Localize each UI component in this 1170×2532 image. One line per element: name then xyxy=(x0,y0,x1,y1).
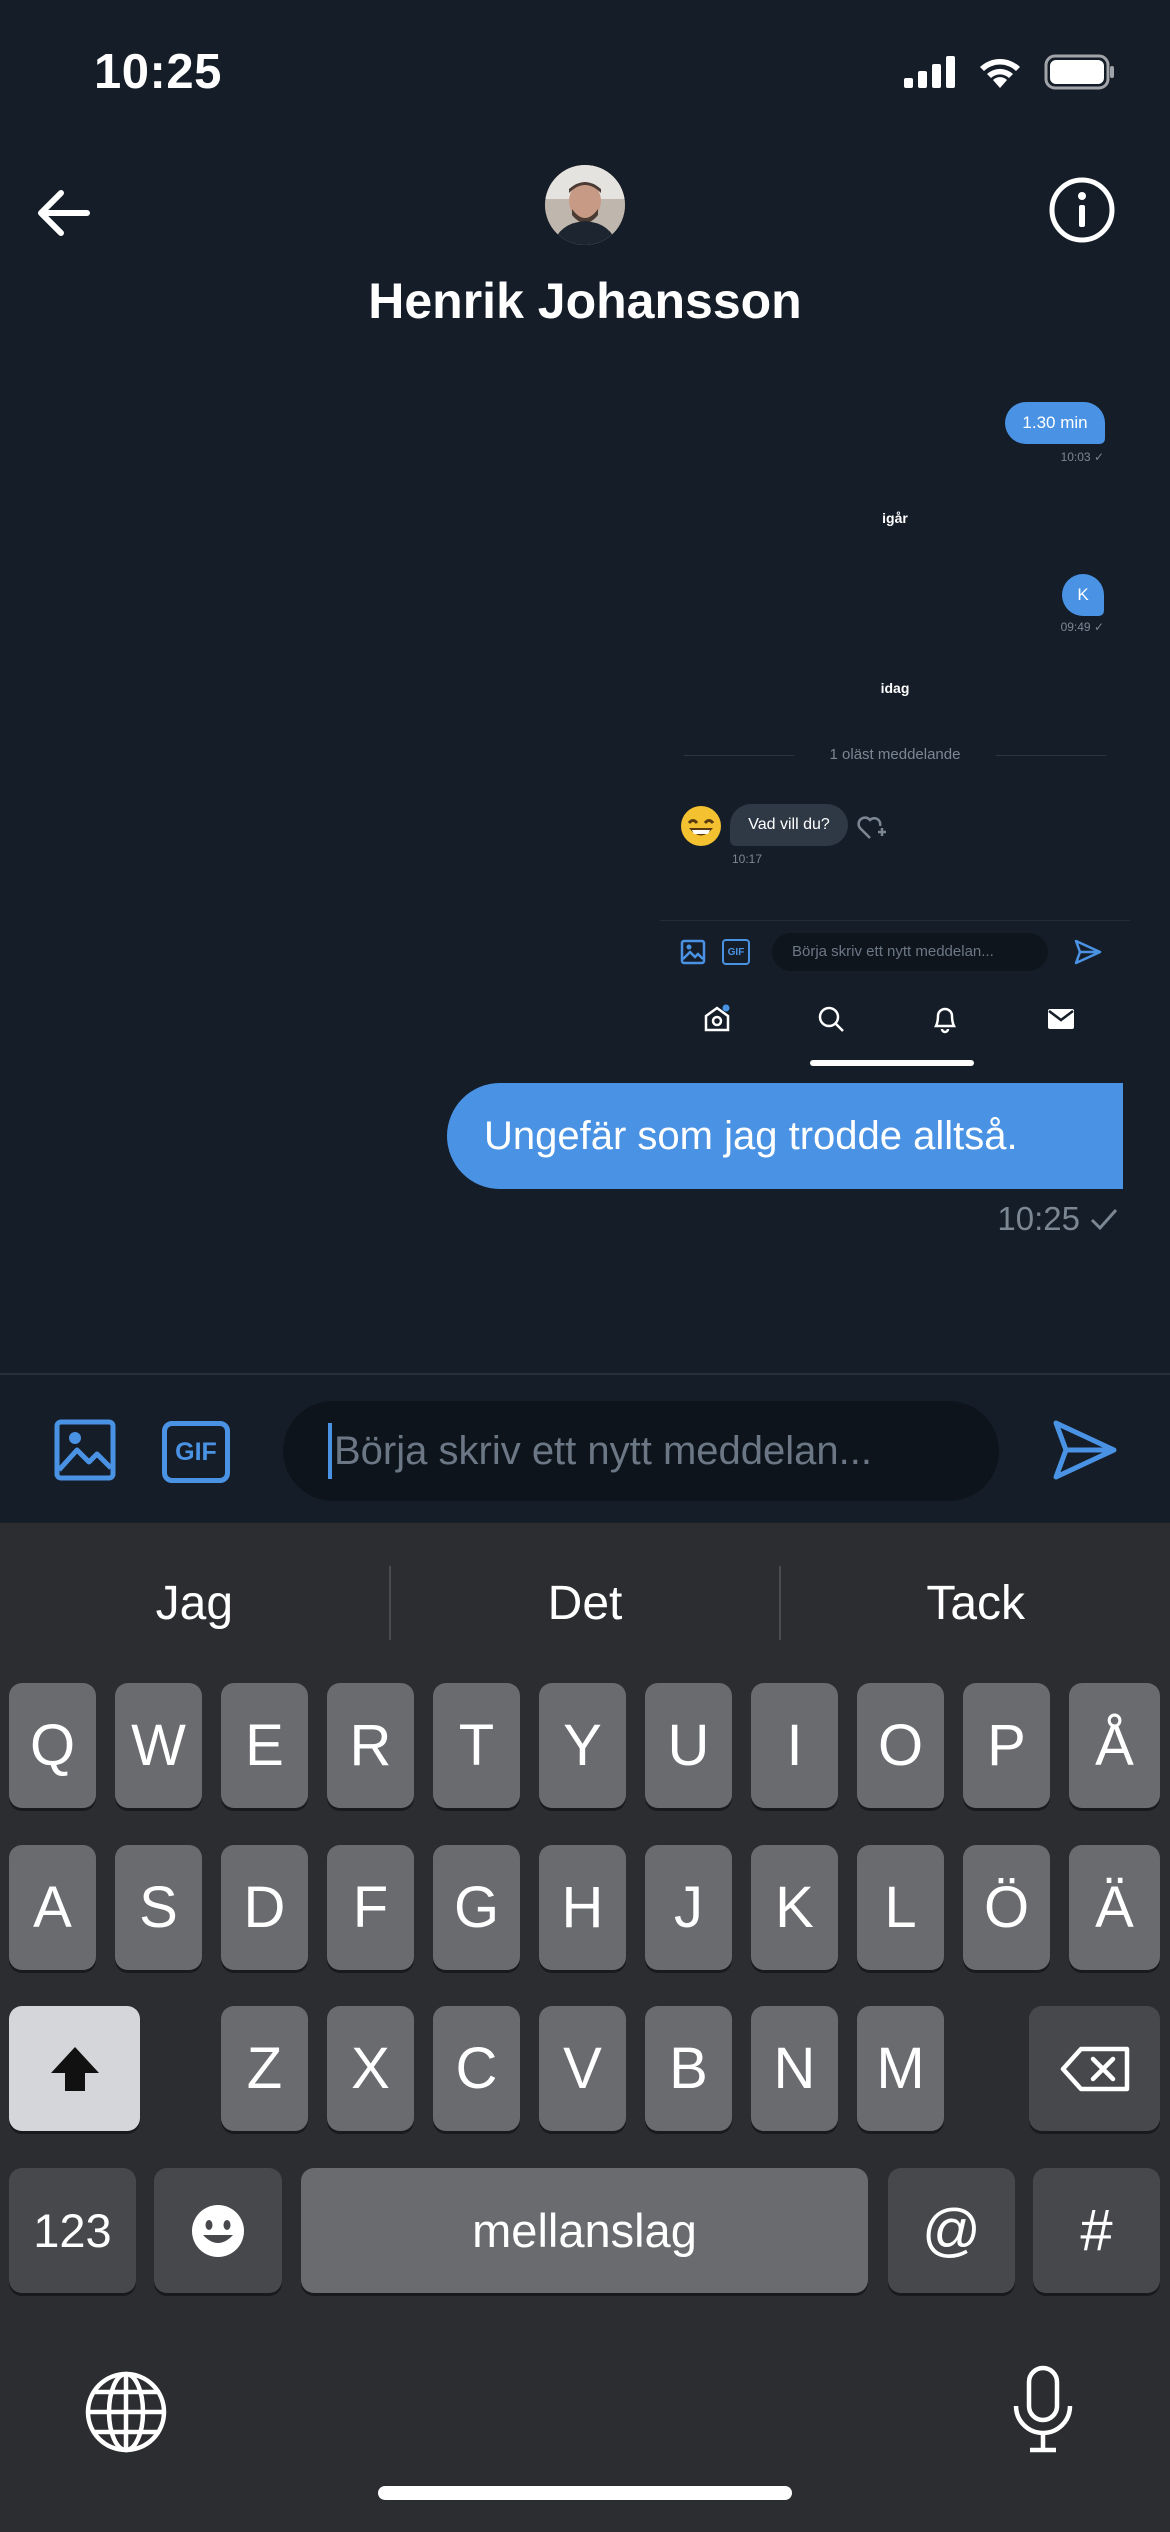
embedded-message-time: 10:03 ✓ xyxy=(1060,450,1104,464)
embedded-composer: GIF Börja skriv ett nytt meddelan... xyxy=(660,920,1130,984)
outgoing-message-bubble[interactable]: Ungefär som jag trodde alltså. xyxy=(447,1083,1123,1189)
conversation-header: Henrik Johansson xyxy=(0,150,1170,350)
contact-avatar[interactable] xyxy=(545,165,625,245)
key-aring[interactable]: Å xyxy=(1069,1683,1160,1808)
avatar-photo xyxy=(545,165,625,245)
info-icon xyxy=(1049,177,1115,243)
backspace-key[interactable] xyxy=(1029,2006,1160,2131)
key-l[interactable]: L xyxy=(857,1845,944,1970)
embedded-search-icon xyxy=(818,1006,844,1032)
status-time: 10:25 xyxy=(94,45,222,99)
key-i[interactable]: I xyxy=(751,1683,838,1808)
shift-key[interactable] xyxy=(9,2006,140,2131)
home-indicator xyxy=(378,2486,792,2500)
key-auml[interactable]: Ä xyxy=(1069,1845,1160,1970)
key-s[interactable]: S xyxy=(115,1845,202,1970)
key-ouml[interactable]: Ö xyxy=(963,1845,1050,1970)
embedded-heart-add-icon xyxy=(857,816,886,839)
key-y[interactable]: Y xyxy=(539,1683,626,1808)
embedded-send-icon xyxy=(1074,939,1102,965)
outgoing-message-time: 10:25 xyxy=(997,1200,1080,1237)
numbers-key[interactable]: 123 xyxy=(9,2168,136,2293)
message-input-placeholder: Börja skriv ett nytt meddelan... xyxy=(334,1428,873,1473)
arrow-left-icon xyxy=(38,190,90,236)
attach-image-button[interactable] xyxy=(53,1418,117,1482)
key-d[interactable]: D xyxy=(221,1845,308,1970)
embedded-message-bubble: 1.30 min xyxy=(1005,402,1105,444)
key-o[interactable]: O xyxy=(857,1683,944,1808)
image-icon xyxy=(54,1419,116,1481)
key-e[interactable]: E xyxy=(221,1683,308,1808)
checkmark-icon xyxy=(1090,1209,1118,1231)
key-c[interactable]: C xyxy=(433,2006,520,2131)
text-caret xyxy=(328,1423,332,1479)
at-key[interactable]: @ xyxy=(888,2168,1015,2293)
embedded-day-separator: igår xyxy=(882,510,908,526)
key-n[interactable]: N xyxy=(751,2006,838,2131)
embedded-unread-label: 1 oläst meddelande xyxy=(829,746,961,763)
gif-button[interactable]: GIF xyxy=(162,1421,230,1483)
predictive-suggestions: Jag Det Tack xyxy=(0,1553,1170,1653)
key-r[interactable]: R xyxy=(327,1683,414,1808)
key-t[interactable]: T xyxy=(433,1683,520,1808)
backspace-icon xyxy=(1060,2046,1129,2091)
shift-arrow-icon xyxy=(50,2046,99,2091)
embedded-day-separator: idag xyxy=(880,680,910,696)
emoji-key[interactable] xyxy=(154,2168,282,2293)
embedded-message-time: 09:49 ✓ xyxy=(1060,620,1104,634)
message-composer: GIF Börja skriv ett nytt meddelan... xyxy=(0,1373,1170,1523)
key-j[interactable]: J xyxy=(645,1845,732,1970)
outgoing-message-meta: 10:25 xyxy=(997,1200,1118,1238)
embedded-message-bubble: K xyxy=(1062,574,1104,616)
microphone-icon xyxy=(1013,2365,1073,2453)
key-k[interactable]: K xyxy=(751,1845,838,1970)
embedded-mail-icon xyxy=(1048,1009,1074,1029)
embedded-bottom-nav xyxy=(660,984,1130,1054)
key-h[interactable]: H xyxy=(539,1845,626,1970)
dictation-button[interactable] xyxy=(1008,2364,1078,2461)
embedded-image-icon xyxy=(680,939,706,965)
back-button[interactable] xyxy=(28,178,98,248)
embedded-incoming-bubble: Vad vill du? xyxy=(730,804,848,846)
key-g[interactable]: G xyxy=(433,1845,520,1970)
key-a[interactable]: A xyxy=(9,1845,96,1970)
suggestion-2[interactable]: Det xyxy=(391,1553,780,1653)
hash-key[interactable]: # xyxy=(1033,2168,1160,2293)
embedded-message-input: Börja skriv ett nytt meddelan... xyxy=(772,933,1048,971)
key-u[interactable]: U xyxy=(645,1683,732,1808)
globe-button[interactable] xyxy=(84,2370,168,2459)
key-b[interactable]: B xyxy=(645,2006,732,2131)
embedded-incoming-time: 10:17 xyxy=(732,852,763,866)
embedded-bell-icon xyxy=(933,1007,957,1034)
emoji-smiley-icon xyxy=(192,2204,244,2257)
key-p[interactable]: P xyxy=(963,1683,1050,1808)
key-f[interactable]: F xyxy=(327,1845,414,1970)
suggestion-1[interactable]: Jag xyxy=(0,1553,389,1653)
space-key[interactable]: mellanslag xyxy=(301,2168,868,2293)
embedded-home-indicator xyxy=(810,1060,974,1066)
suggestion-3[interactable]: Tack xyxy=(781,1553,1170,1653)
send-button[interactable] xyxy=(1050,1415,1120,1485)
key-z[interactable]: Z xyxy=(221,2006,308,2131)
message-input[interactable]: Börja skriv ett nytt meddelan... xyxy=(283,1401,999,1501)
key-v[interactable]: V xyxy=(539,2006,626,2131)
embedded-home-icon xyxy=(704,1004,730,1032)
contact-name[interactable]: Henrik Johansson xyxy=(0,272,1170,330)
embedded-gif-icon: GIF xyxy=(722,939,750,965)
key-m[interactable]: M xyxy=(857,2006,944,2131)
key-x[interactable]: X xyxy=(327,2006,414,2131)
embedded-avatar-emoji xyxy=(681,806,721,846)
send-icon xyxy=(1053,1420,1117,1480)
info-button[interactable] xyxy=(1046,174,1118,246)
key-w[interactable]: W xyxy=(115,1683,202,1808)
globe-icon xyxy=(85,2371,167,2453)
key-q[interactable]: Q xyxy=(9,1683,96,1808)
